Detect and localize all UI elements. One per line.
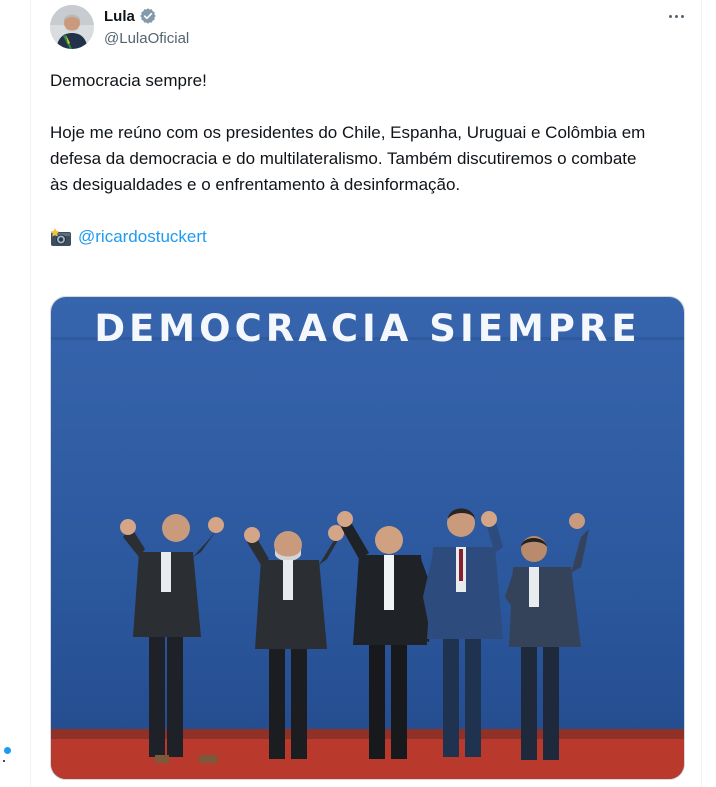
tweet-text: Democracia sempre! Hoje me reúno com os … [50, 68, 650, 250]
avatar[interactable] [50, 5, 94, 49]
avatar-portrait [50, 5, 94, 49]
author-name-row: Lula [104, 7, 157, 25]
timeline-left-border [30, 0, 31, 787]
photo-illustration [51, 297, 684, 779]
notification-dot[interactable] [4, 747, 11, 754]
tweet-paragraph-1: Democracia sempre! [50, 71, 207, 90]
photo-credit: @ricardostuckert [50, 224, 650, 250]
tweet-photo[interactable]: DEMOCRACIA SIEMPRE [50, 296, 685, 780]
author-handle[interactable]: @LulaOficial [104, 30, 189, 47]
more-options-icon[interactable] [664, 6, 688, 26]
banner-text: DEMOCRACIA SIEMPRE [94, 307, 641, 350]
author-name[interactable]: Lula [104, 8, 135, 25]
tweet-paragraph-2: Hoje me reúno com os presidentes do Chil… [50, 123, 646, 194]
edge-marker [3, 760, 5, 762]
timeline-right-border [701, 0, 702, 787]
photographer-mention-link[interactable]: @ricardostuckert [78, 224, 207, 250]
verified-badge-icon [140, 8, 156, 24]
camera-flash-icon [50, 228, 71, 246]
